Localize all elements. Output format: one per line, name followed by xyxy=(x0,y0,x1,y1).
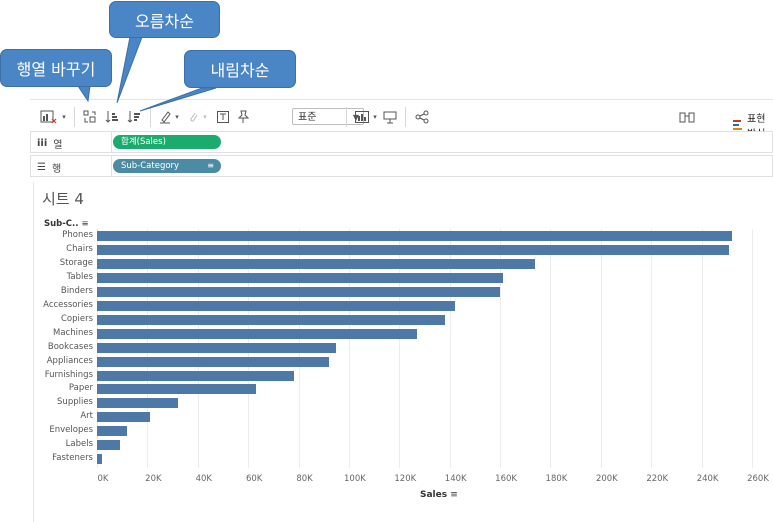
callout-pointers xyxy=(77,36,217,112)
descending-callout: 내림차순 xyxy=(184,50,296,88)
swap-callout-text: 행열 바꾸기 xyxy=(16,60,96,79)
ascending-callout: 오름차순 xyxy=(109,1,220,38)
swap-callout-pointer xyxy=(77,85,91,103)
descending-callout-text: 내림차순 xyxy=(210,61,270,80)
swap-callout: 행열 바꾸기 xyxy=(0,49,112,87)
descending-callout-pointer xyxy=(139,87,217,112)
ascending-callout-text: 오름차순 xyxy=(135,11,194,31)
ascending-callout-pointer xyxy=(116,36,143,104)
